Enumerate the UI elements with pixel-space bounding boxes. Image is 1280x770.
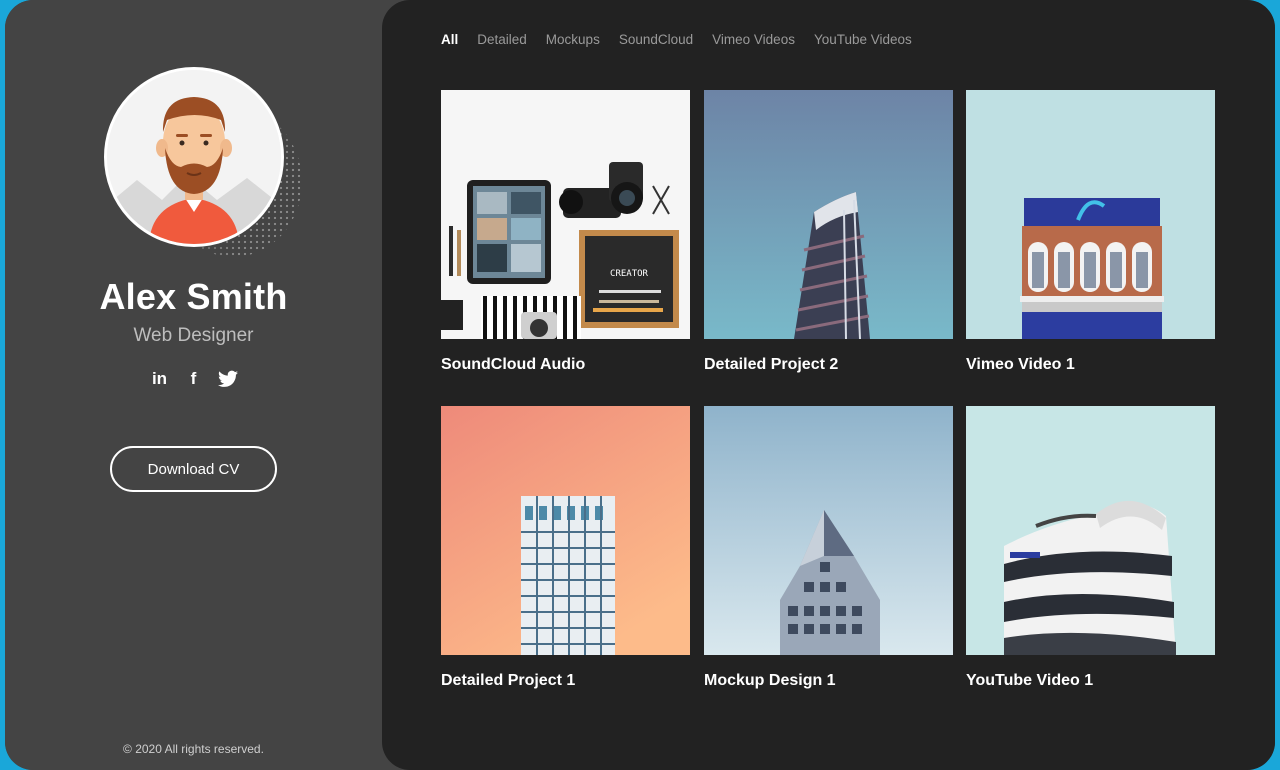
linkedin-icon[interactable]: in xyxy=(150,368,170,390)
project-thumbnail[interactable] xyxy=(966,406,1215,655)
project-title[interactable]: Vimeo Video 1 xyxy=(966,356,1215,374)
social-links: in f xyxy=(5,368,382,390)
filter-vimeo-videos[interactable]: Vimeo Videos xyxy=(712,32,795,47)
project-title[interactable]: YouTube Video 1 xyxy=(966,672,1215,690)
project-card[interactable]: Vimeo Video 1 xyxy=(966,90,1215,374)
project-title[interactable]: Detailed Project 1 xyxy=(441,672,690,690)
profile-role: Web Designer xyxy=(133,325,254,346)
portfolio-main: All Detailed Mockups SoundCloud Vimeo Vi… xyxy=(382,0,1275,770)
project-title[interactable]: Mockup Design 1 xyxy=(704,672,953,690)
project-thumbnail[interactable] xyxy=(704,406,953,655)
svg-text:CREATOR: CREATOR xyxy=(610,269,649,279)
project-thumbnail[interactable] xyxy=(966,90,1215,339)
download-cv-button[interactable]: Download CV xyxy=(110,446,277,492)
facebook-icon[interactable]: f xyxy=(184,368,204,390)
project-card[interactable]: CREATOR SoundCloud Audio xyxy=(441,90,690,374)
avatar-wrap xyxy=(104,67,302,257)
filter-soundcloud[interactable]: SoundCloud xyxy=(619,32,693,47)
project-thumbnail[interactable] xyxy=(704,90,953,339)
project-card[interactable]: Detailed Project 1 xyxy=(441,406,690,690)
profile-sidebar: Alex Smith Web Designer in f Download CV… xyxy=(5,0,382,770)
project-card[interactable]: Mockup Design 1 xyxy=(704,406,953,690)
filter-detailed[interactable]: Detailed xyxy=(477,32,527,47)
app-frame: Alex Smith Web Designer in f Download CV… xyxy=(5,0,1275,770)
avatar xyxy=(104,67,284,247)
project-thumbnail[interactable] xyxy=(441,406,690,655)
twitter-icon[interactable] xyxy=(217,368,238,390)
filter-youtube-videos[interactable]: YouTube Videos xyxy=(814,32,912,47)
filter-mockups[interactable]: Mockups xyxy=(546,32,600,47)
project-thumbnail[interactable]: CREATOR xyxy=(441,90,690,339)
copyright-text: © 2020 All rights reserved. xyxy=(123,742,264,756)
avatar-illustration xyxy=(107,70,281,244)
project-card[interactable]: YouTube Video 1 xyxy=(966,406,1215,690)
project-title[interactable]: Detailed Project 2 xyxy=(704,356,953,374)
project-title[interactable]: SoundCloud Audio xyxy=(441,356,690,374)
filter-all[interactable]: All xyxy=(441,32,458,47)
project-card[interactable]: Detailed Project 2 xyxy=(704,90,953,374)
portfolio-filters: All Detailed Mockups SoundCloud Vimeo Vi… xyxy=(441,32,912,47)
profile-name: Alex Smith xyxy=(99,276,288,317)
